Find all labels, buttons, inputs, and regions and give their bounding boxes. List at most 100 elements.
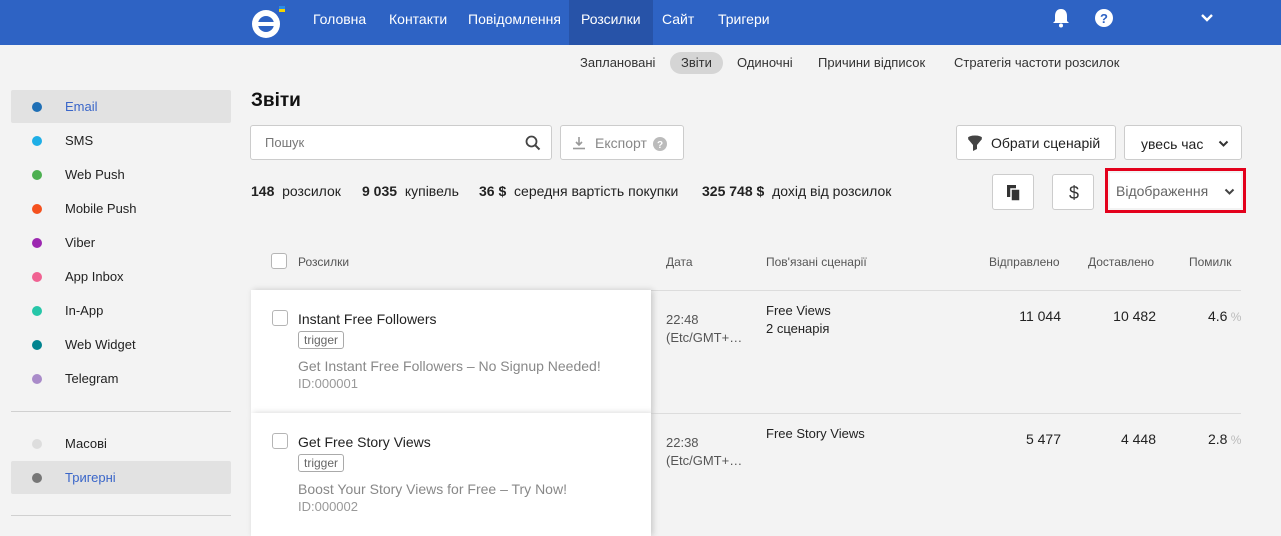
column-header-campaigns[interactable]: Розсилки bbox=[298, 255, 349, 269]
chevron-down-icon bbox=[1218, 140, 1229, 147]
sidebar-item-label: In-App bbox=[65, 303, 104, 318]
help-icon[interactable]: ? bbox=[1095, 8, 1113, 28]
status-dot bbox=[32, 170, 42, 180]
row-checkbox[interactable] bbox=[272, 433, 288, 449]
stat-purchases: 9 035 купівель bbox=[362, 183, 459, 199]
bell-icon[interactable] bbox=[1052, 8, 1070, 28]
currency-button[interactable]: $ bbox=[1052, 174, 1094, 210]
status-dot bbox=[32, 439, 42, 449]
column-header-sent[interactable]: Відправлено bbox=[989, 255, 1060, 269]
sidebar-item-mobile-push[interactable]: Mobile Push bbox=[11, 192, 231, 225]
status-dot bbox=[32, 340, 42, 350]
campaign-subject: Boost Your Story Views for Free – Try No… bbox=[298, 481, 567, 497]
logo-icon[interactable] bbox=[250, 4, 286, 40]
sidebar-item-sms[interactable]: SMS bbox=[11, 124, 231, 157]
period-select[interactable]: увесь час bbox=[1124, 125, 1242, 160]
sidebar-item-label: SMS bbox=[65, 133, 94, 148]
campaign-tag: trigger bbox=[298, 331, 345, 349]
download-icon bbox=[573, 137, 585, 150]
nav-item-messages[interactable]: Повідомлення bbox=[456, 0, 573, 45]
funnel-icon bbox=[968, 135, 982, 151]
row-time: 22:48 bbox=[666, 312, 699, 327]
sidebar-divider bbox=[11, 411, 231, 412]
select-scenario-button[interactable]: Обрати сценарій bbox=[956, 125, 1116, 160]
row-errors: 4.6 % bbox=[1208, 308, 1242, 324]
help-icon[interactable]: ? bbox=[653, 137, 667, 151]
column-header-delivered[interactable]: Доставлено bbox=[1088, 255, 1154, 269]
copy-button[interactable] bbox=[992, 174, 1034, 210]
status-dot bbox=[32, 473, 42, 483]
chevron-down-icon bbox=[1224, 188, 1235, 195]
search-box bbox=[250, 125, 552, 160]
status-dot bbox=[32, 204, 42, 214]
sidebar-item-viber[interactable]: Viber bbox=[11, 226, 231, 259]
tab-unsubscribe-reasons[interactable]: Причини відписок bbox=[818, 52, 925, 74]
row-delivered: 4 448 bbox=[1120, 431, 1156, 447]
display-label: Відображення bbox=[1116, 183, 1209, 199]
search-icon[interactable] bbox=[525, 135, 541, 151]
column-header-date[interactable]: Дата bbox=[666, 255, 693, 269]
row-scenario-count[interactable]: 2 сценарія bbox=[766, 321, 829, 336]
tab-reports[interactable]: Звіти bbox=[670, 52, 723, 74]
row-delivered: 10 482 bbox=[1113, 308, 1156, 324]
search-input[interactable] bbox=[265, 135, 515, 150]
campaign-subject: Get Instant Free Followers – No Signup N… bbox=[298, 358, 601, 374]
column-header-scenarios[interactable]: Пов'язані сценарії bbox=[766, 255, 867, 269]
sidebar-item-telegram[interactable]: Telegram bbox=[11, 362, 231, 395]
campaign-tag: trigger bbox=[298, 454, 345, 472]
status-dot bbox=[32, 374, 42, 384]
tab-scheduled[interactable]: Заплановані bbox=[580, 52, 655, 74]
copy-icon bbox=[1007, 185, 1021, 202]
tab-frequency-strategy[interactable]: Стратегія частоти розсилок bbox=[954, 52, 1119, 74]
select-all-checkbox[interactable] bbox=[271, 253, 287, 269]
status-dot bbox=[32, 238, 42, 248]
table-row[interactable]: Instant Free Followers trigger Get Insta… bbox=[251, 290, 651, 413]
select-scenario-label: Обрати сценарій bbox=[991, 135, 1101, 151]
table-row[interactable]: Get Free Story Views trigger Boost Your … bbox=[251, 413, 651, 536]
row-timezone: (Etc/GMT+… bbox=[666, 330, 743, 345]
sidebar-item-label: Mobile Push bbox=[65, 201, 137, 216]
nav-item-home[interactable]: Головна bbox=[301, 0, 378, 45]
sidebar-item-label: App Inbox bbox=[65, 269, 124, 284]
stat-avg-purchase: 36 $ середня вартість покупки bbox=[479, 183, 679, 199]
page-title: Звіти bbox=[251, 90, 301, 111]
sidebar-divider bbox=[11, 515, 231, 516]
svg-text:?: ? bbox=[1100, 11, 1108, 26]
nav-item-contacts[interactable]: Контакти bbox=[377, 0, 459, 45]
sidebar-item-mass[interactable]: Масові bbox=[11, 427, 231, 460]
stat-campaigns: 148 розсилок bbox=[251, 183, 341, 199]
row-checkbox[interactable] bbox=[272, 310, 288, 326]
column-header-errors[interactable]: Помилк bbox=[1189, 255, 1232, 269]
sidebar-item-app-inbox[interactable]: App Inbox bbox=[11, 260, 231, 293]
chevron-down-icon[interactable] bbox=[1200, 13, 1214, 23]
display-select[interactable]: Відображення bbox=[1110, 173, 1241, 208]
campaign-name[interactable]: Get Free Story Views bbox=[298, 434, 431, 450]
row-sent: 11 044 bbox=[1019, 308, 1061, 324]
sidebar-item-email[interactable]: Email bbox=[11, 90, 231, 123]
status-dot bbox=[32, 136, 42, 146]
sidebar-item-trigger[interactable]: Тригерні bbox=[11, 461, 231, 494]
row-scenario[interactable]: Free Views bbox=[766, 303, 831, 318]
export-button[interactable]: Експорт ? bbox=[560, 125, 684, 160]
campaign-name[interactable]: Instant Free Followers bbox=[298, 311, 437, 327]
sidebar-item-label: Web Push bbox=[65, 167, 125, 182]
sidebar-item-web-widget[interactable]: Web Widget bbox=[11, 328, 231, 361]
campaign-id: ID:000001 bbox=[298, 376, 358, 391]
svg-text:$: $ bbox=[1069, 183, 1079, 203]
sidebar-item-in-app[interactable]: In-App bbox=[11, 294, 231, 327]
stat-revenue: 325 748 $ дохід від розсилок bbox=[702, 183, 892, 199]
row-errors: 2.8 % bbox=[1208, 431, 1242, 447]
status-dot bbox=[32, 102, 42, 112]
sidebar-item-web-push[interactable]: Web Push bbox=[11, 158, 231, 191]
tab-single[interactable]: Одиночні bbox=[737, 52, 793, 74]
sidebar-item-label: Email bbox=[65, 99, 98, 114]
row-scenario[interactable]: Free Story Views bbox=[766, 426, 865, 441]
top-navigation-bar: Головна Контакти Повідомлення Розсилки С… bbox=[0, 0, 1281, 45]
nav-item-site[interactable]: Сайт bbox=[650, 0, 706, 45]
status-dot bbox=[32, 306, 42, 316]
sidebar-item-label: Тригерні bbox=[65, 470, 116, 485]
nav-item-campaigns[interactable]: Розсилки bbox=[569, 0, 653, 45]
sidebar-item-label: Web Widget bbox=[65, 337, 136, 352]
row-timezone: (Etc/GMT+… bbox=[666, 453, 743, 468]
nav-item-triggers[interactable]: Тригери bbox=[706, 0, 782, 45]
